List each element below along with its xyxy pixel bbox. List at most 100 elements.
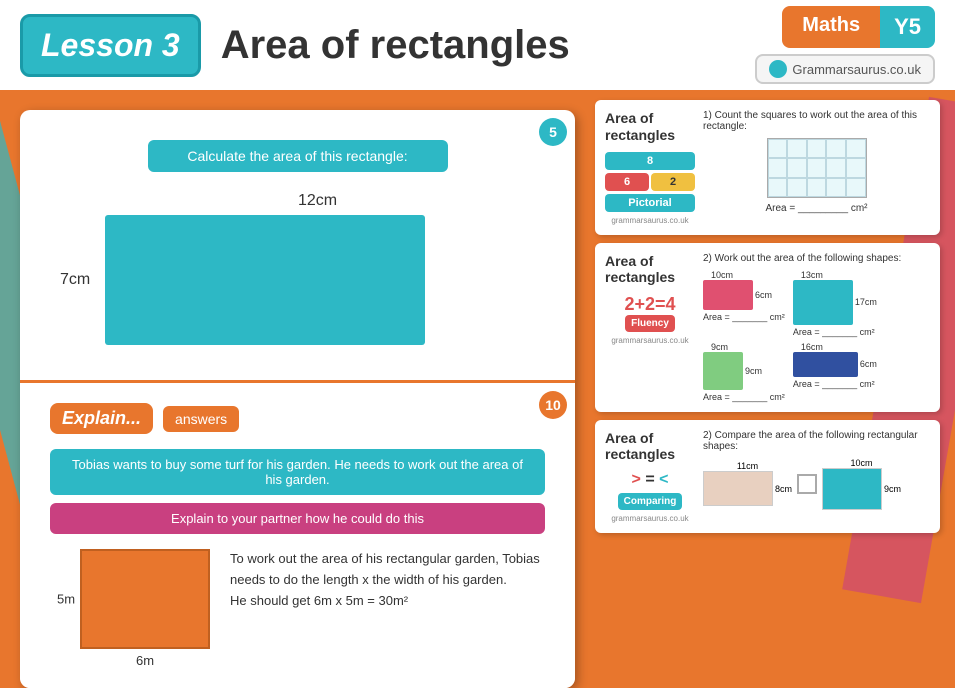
garden-rectangle: 5m — [80, 549, 210, 649]
explain-content: 5m 6m To work out the area of his rectan… — [50, 549, 545, 668]
grid-cell — [826, 178, 846, 197]
page-title: Area of rectangles — [221, 23, 736, 68]
ws3-footer: grammarsaurus.co.uk — [605, 514, 695, 523]
shapes-row: 10cm 6cm Area = _______ cm² 13cm 17cm — [703, 270, 930, 337]
grid-cell — [768, 158, 788, 177]
top-badges: Maths Y5 — [782, 6, 935, 48]
grid-cell — [846, 139, 866, 158]
shape-3: 9cm 9cm Area = _______ cm² — [703, 342, 785, 402]
comparing-label: Comparing — [618, 493, 683, 510]
rectangle-wrapper: 7cm — [60, 215, 535, 345]
compare-shapes: 11cm 8cm 10cm 9cm — [703, 458, 930, 510]
compare-rect2 — [822, 468, 882, 510]
grid-cell — [846, 178, 866, 197]
shape2-area: Area = _______ cm² — [793, 327, 875, 337]
ws3-left: Area of rectangles > = < Comparing gramm… — [605, 430, 695, 524]
fluency-label: Fluency — [625, 315, 675, 332]
shape3-area: Area = _______ cm² — [703, 392, 785, 402]
ws1-right: 1) Count the squares to work out the are… — [703, 110, 930, 225]
grid-cell — [846, 158, 866, 177]
shape4-area: Area = _______ cm² — [793, 379, 875, 389]
shape-rect-green — [703, 352, 743, 390]
ws1-title: Area of rectangles — [605, 110, 695, 144]
garden-side-label: 5m — [57, 592, 75, 607]
grammarsaurus-icon — [769, 60, 787, 78]
problem-box: Tobias wants to buy some turf for his ga… — [50, 449, 545, 495]
explain-badge: Explain... — [50, 403, 153, 434]
ws1-badge-2: 2 — [651, 173, 695, 191]
compare-rect1-container: 11cm 8cm — [703, 461, 792, 506]
grammarsaurus-badge: Grammarsaurus.co.uk — [755, 54, 935, 84]
greater-than-symbol: > — [632, 471, 641, 488]
slide-top: 5 Calculate the area of this rectangle: … — [20, 110, 575, 380]
compare-box — [797, 474, 817, 494]
grid-cell — [807, 158, 827, 177]
year-badge: Y5 — [880, 6, 935, 48]
explain-header: Explain... answers — [50, 403, 545, 434]
shape-rect-navy — [793, 352, 858, 377]
grammarsaurus-text: Grammarsaurus.co.uk — [792, 62, 921, 77]
lesson-badge: Lesson 3 — [20, 14, 201, 77]
grid-rectangle — [767, 138, 867, 198]
grid-cell — [826, 139, 846, 158]
slide-bottom: Explain... answers 10 Tobias wants to bu… — [20, 380, 575, 688]
grid-cell — [807, 139, 827, 158]
main-rectangle — [105, 215, 425, 345]
rect1-width-label: 11cm — [737, 461, 758, 471]
slide-number-1: 5 — [539, 118, 567, 146]
ws1-left: Area of rectangles 8 6 2 Pictorial gramm… — [605, 110, 695, 225]
answers-badge: answers — [163, 406, 239, 432]
worksheet-3: Area of rectangles > = < Comparing gramm… — [595, 420, 940, 534]
equals-symbol: = — [645, 471, 654, 488]
rect1-height-label: 8cm — [775, 484, 792, 494]
ws3-right: 2) Compare the area of the following rec… — [703, 430, 930, 524]
less-than-symbol: < — [659, 471, 668, 488]
ws2-right: 2) Work out the area of the following sh… — [703, 253, 930, 402]
grid-cell — [787, 158, 807, 177]
maths-badge: Maths — [782, 6, 880, 48]
shape-1: 10cm 6cm Area = _______ cm² — [703, 270, 785, 322]
grid-cell — [768, 178, 788, 197]
shape-4: 16cm 6cm Area = _______ cm² — [793, 342, 877, 389]
explain-task-box: Explain to your partner how he could do … — [50, 503, 545, 534]
compare-rect1 — [703, 471, 773, 506]
ws1-badge-pictorial: Pictorial — [605, 194, 695, 212]
garden-diagram: 5m 6m — [50, 549, 210, 668]
garden-bottom-label: 6m — [80, 653, 210, 668]
explain-text: To work out the area of his rectangular … — [230, 549, 545, 611]
ws1-badge-8: 8 — [605, 152, 695, 170]
shape1-area: Area = _______ cm² — [703, 312, 785, 322]
grid-cell — [787, 178, 807, 197]
ws1-badges: 8 6 2 Pictorial — [605, 152, 695, 212]
ws2-title: Area of rectangles — [605, 253, 695, 287]
main-content: 5 Calculate the area of this rectangle: … — [0, 90, 955, 675]
worksheet-1: Area of rectangles 8 6 2 Pictorial gramm… — [595, 100, 940, 235]
width-label: 12cm — [100, 192, 535, 210]
header: Lesson 3 Area of rectangles Maths Y5 Gra… — [0, 0, 955, 90]
slide-number-2: 10 — [539, 391, 567, 419]
grid-rect-container — [703, 138, 930, 198]
ws2-question: 2) Work out the area of the following sh… — [703, 253, 930, 264]
grid-cell — [787, 139, 807, 158]
rect2-height-label: 9cm — [884, 484, 901, 494]
shape-rect-pink — [703, 280, 753, 310]
ws1-badge-6: 6 — [605, 173, 649, 191]
grid-cell — [826, 158, 846, 177]
ws2-left: Area of rectangles 2+2=4 Fluency grammar… — [605, 253, 695, 402]
grid-cell — [768, 139, 788, 158]
worksheet-2: Area of rectangles 2+2=4 Fluency grammar… — [595, 243, 940, 412]
comparing-symbols: > = < — [632, 471, 669, 489]
ws3-title: Area of rectangles — [605, 430, 695, 464]
ws2-footer: grammarsaurus.co.uk — [605, 336, 695, 345]
fluency-big-text: 2+2=4 — [624, 294, 675, 315]
shapes-row-2: 9cm 9cm Area = _______ cm² 16cm 6cm — [703, 342, 930, 402]
rect2-width-label: 10cm — [851, 458, 873, 468]
ws3-question: 2) Compare the area of the following rec… — [703, 430, 930, 452]
right-panels: Area of rectangles 8 6 2 Pictorial gramm… — [595, 100, 940, 533]
slide-panel: 5 Calculate the area of this rectangle: … — [20, 110, 575, 688]
shape-2: 13cm 17cm Area = _______ cm² — [793, 270, 877, 337]
fluency-badge-container: 2+2=4 Fluency — [605, 294, 695, 332]
subject-badges: Maths Y5 Grammarsaurus.co.uk — [755, 6, 935, 84]
ws1-area-answer: Area = _________ cm² — [703, 203, 930, 214]
ws1-footer: grammarsaurus.co.uk — [605, 216, 695, 225]
